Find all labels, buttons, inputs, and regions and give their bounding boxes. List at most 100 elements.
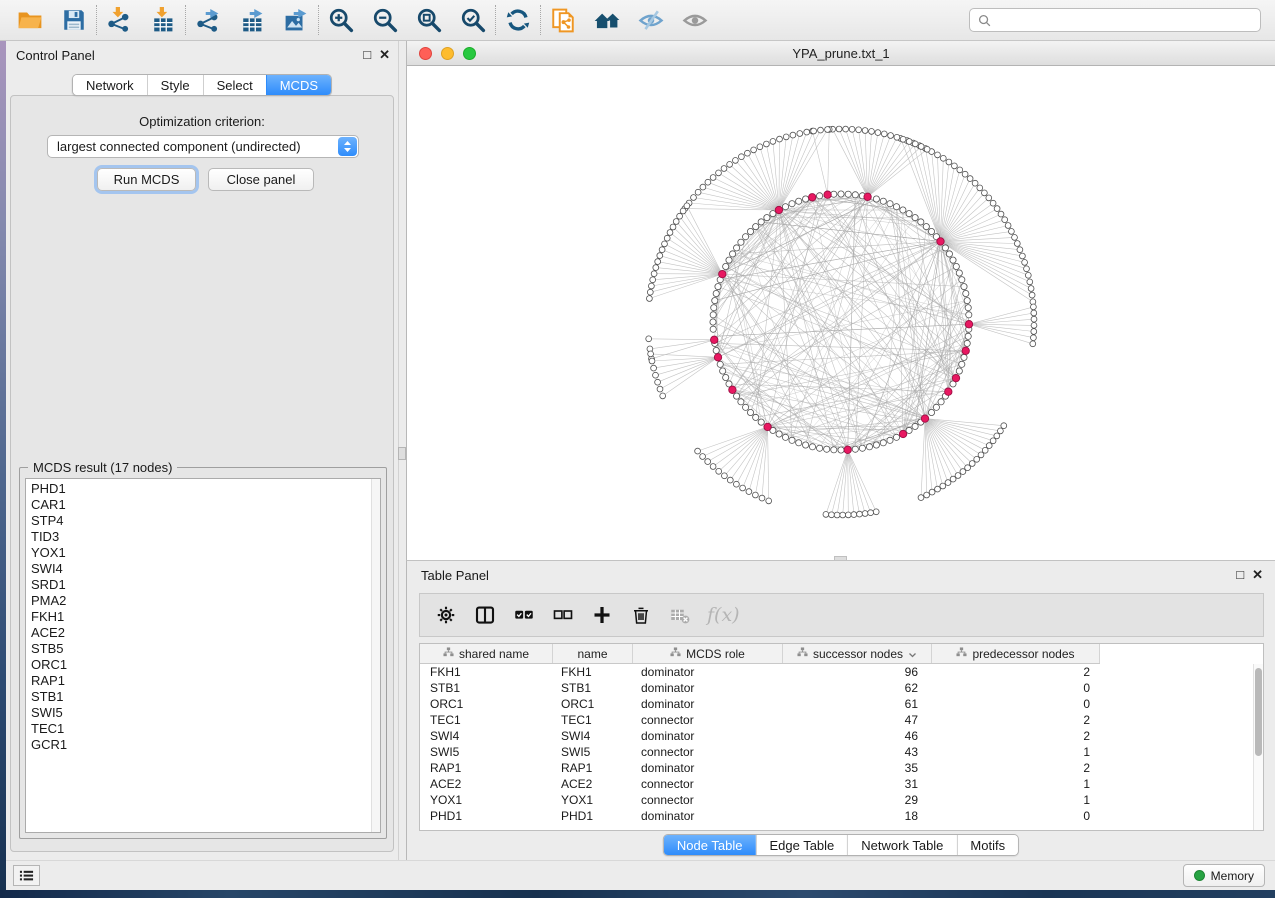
optimization-criterion-label: Optimization criterion: (11, 114, 393, 129)
mcds-result-item[interactable]: YOX1 (31, 545, 368, 561)
mcds-result-item[interactable]: STB5 (31, 641, 368, 657)
close-panel-icon[interactable]: ✕ (1252, 567, 1263, 583)
mcds-result-item[interactable]: CAR1 (31, 497, 368, 513)
mcds-result-item[interactable]: ACE2 (31, 625, 368, 641)
deselect-all-checks-icon[interactable] (551, 603, 575, 627)
zoom-fit-icon[interactable] (414, 5, 444, 35)
table-tabs: Node TableEdge TableNetwork TableMotifs (663, 834, 1019, 856)
import-network-icon[interactable] (104, 5, 134, 35)
select-all-checks-icon[interactable] (512, 603, 536, 627)
mcds-result-item[interactable]: TEC1 (31, 721, 368, 737)
table-tab-network-table[interactable]: Network Table (847, 835, 956, 855)
show-all-icon[interactable] (680, 5, 710, 35)
control-panel-tabs: NetworkStyleSelectMCDS (72, 74, 332, 96)
export-table-icon[interactable] (237, 5, 267, 35)
delete-column-icon[interactable] (629, 603, 653, 627)
float-panel-icon[interactable]: □ (1236, 567, 1244, 583)
mcds-result-item[interactable]: SWI4 (31, 561, 368, 577)
mcds-result-item[interactable]: TID3 (31, 529, 368, 545)
search-icon (977, 13, 992, 28)
sort-desc-icon (908, 647, 917, 661)
zoom-in-icon[interactable] (326, 5, 356, 35)
close-panel-button[interactable]: Close panel (208, 168, 314, 191)
tab-network[interactable]: Network (73, 75, 147, 95)
tab-mcds[interactable]: MCDS (266, 75, 331, 95)
status-bar: Memory (6, 860, 1275, 890)
mcds-result-item[interactable]: ORC1 (31, 657, 368, 673)
vertical-splitter-handle[interactable] (398, 447, 406, 460)
table-scrollbar-thumb[interactable] (1255, 668, 1262, 756)
mcds-result-item[interactable]: FKH1 (31, 609, 368, 625)
refresh-icon[interactable] (503, 5, 533, 35)
hide-selected-icon[interactable] (636, 5, 666, 35)
table-tab-motifs[interactable]: Motifs (956, 835, 1018, 855)
table-row[interactable]: ACE2ACE2connector311 (420, 776, 1263, 792)
search-box (969, 8, 1261, 32)
table-row[interactable]: FKH1FKH1dominator962 (420, 664, 1263, 680)
node-table: shared namenameMCDS rolesuccessor nodesp… (419, 643, 1264, 831)
delete-table-icon (668, 603, 692, 627)
first-neighbors-icon[interactable] (592, 5, 622, 35)
table-tab-node-table[interactable]: Node Table (664, 835, 756, 855)
mcds-result-item[interactable]: STB1 (31, 689, 368, 705)
memory-label: Memory (1211, 869, 1254, 883)
table-panel-header: Table Panel □ ✕ (407, 561, 1275, 589)
control-panel-header: Control Panel □ ✕ (6, 41, 398, 69)
table-tab-edge-table[interactable]: Edge Table (755, 835, 847, 855)
table-row[interactable]: RAP1RAP1dominator352 (420, 760, 1263, 776)
export-network-icon[interactable] (193, 5, 223, 35)
tab-select[interactable]: Select (203, 75, 266, 95)
tab-style[interactable]: Style (147, 75, 203, 95)
table-panel-title: Table Panel (421, 568, 489, 583)
save-session-icon[interactable] (59, 5, 89, 35)
mcds-result-item[interactable]: SWI5 (31, 705, 368, 721)
mcds-result-item[interactable]: GCR1 (31, 737, 368, 753)
function-builder-icon: f(x) (707, 604, 740, 626)
column-header-MCDS-role[interactable]: MCDS role (633, 644, 783, 663)
column-header-successor-nodes[interactable]: successor nodes (783, 644, 932, 663)
table-row[interactable]: YOX1YOX1connector291 (420, 792, 1263, 808)
network-view-title: YPA_prune.txt_1 (407, 46, 1275, 61)
export-image-icon[interactable] (281, 5, 311, 35)
mcds-result-item[interactable]: SRD1 (31, 577, 368, 593)
table-row[interactable]: SWI5SWI5connector431 (420, 744, 1263, 760)
table-row[interactable]: SWI4SWI4dominator462 (420, 728, 1263, 744)
search-input[interactable] (996, 10, 1256, 30)
optimization-criterion-select[interactable]: largest connected component (undirected) (47, 135, 359, 158)
run-mcds-button[interactable]: Run MCDS (97, 168, 196, 191)
table-row[interactable]: ORC1ORC1dominator610 (420, 696, 1263, 712)
table-toolbar: f(x) (419, 593, 1264, 637)
desktop-wallpaper-bottom (0, 890, 1275, 898)
clone-network-icon[interactable] (548, 5, 578, 35)
table-scrollbar[interactable] (1253, 664, 1263, 830)
mcds-result-item[interactable]: RAP1 (31, 673, 368, 689)
zoom-out-icon[interactable] (370, 5, 400, 35)
import-table-icon[interactable] (148, 5, 178, 35)
settings-gear-icon[interactable] (434, 603, 458, 627)
table-row[interactable]: STB1STB1dominator620 (420, 680, 1263, 696)
float-panel-icon[interactable]: □ (363, 47, 371, 63)
mcds-list-scrollbar[interactable] (371, 479, 380, 832)
show-column-icon[interactable] (473, 603, 497, 627)
memory-button[interactable]: Memory (1183, 864, 1265, 887)
mcds-result-item[interactable]: PHD1 (31, 481, 368, 497)
open-file-icon[interactable] (15, 5, 45, 35)
column-header-name[interactable]: name (553, 644, 633, 663)
zoom-selected-icon[interactable] (458, 5, 488, 35)
column-header-shared-name[interactable]: shared name (420, 644, 553, 663)
mcds-result-groupbox: MCDS result (17 nodes) PHD1CAR1STP4TID3Y… (19, 467, 387, 839)
control-panel: Control Panel □ ✕ NetworkStyleSelectMCDS… (6, 41, 398, 860)
network-graph (407, 66, 1275, 560)
table-row[interactable]: TEC1TEC1connector472 (420, 712, 1263, 728)
add-column-icon[interactable] (590, 603, 614, 627)
table-row[interactable]: PHD1PHD1dominator180 (420, 808, 1263, 824)
mcds-result-item[interactable]: PMA2 (31, 593, 368, 609)
task-history-button[interactable] (13, 865, 40, 886)
network-canvas[interactable] (407, 66, 1275, 560)
column-header-predecessor-nodes[interactable]: predecessor nodes (932, 644, 1100, 663)
network-view-window: YPA_prune.txt_1 (406, 41, 1275, 560)
close-panel-icon[interactable]: ✕ (379, 47, 390, 63)
mcds-result-list[interactable]: PHD1CAR1STP4TID3YOX1SWI4SRD1PMA2FKH1ACE2… (25, 478, 381, 833)
control-panel-title: Control Panel (16, 48, 95, 63)
mcds-result-item[interactable]: STP4 (31, 513, 368, 529)
